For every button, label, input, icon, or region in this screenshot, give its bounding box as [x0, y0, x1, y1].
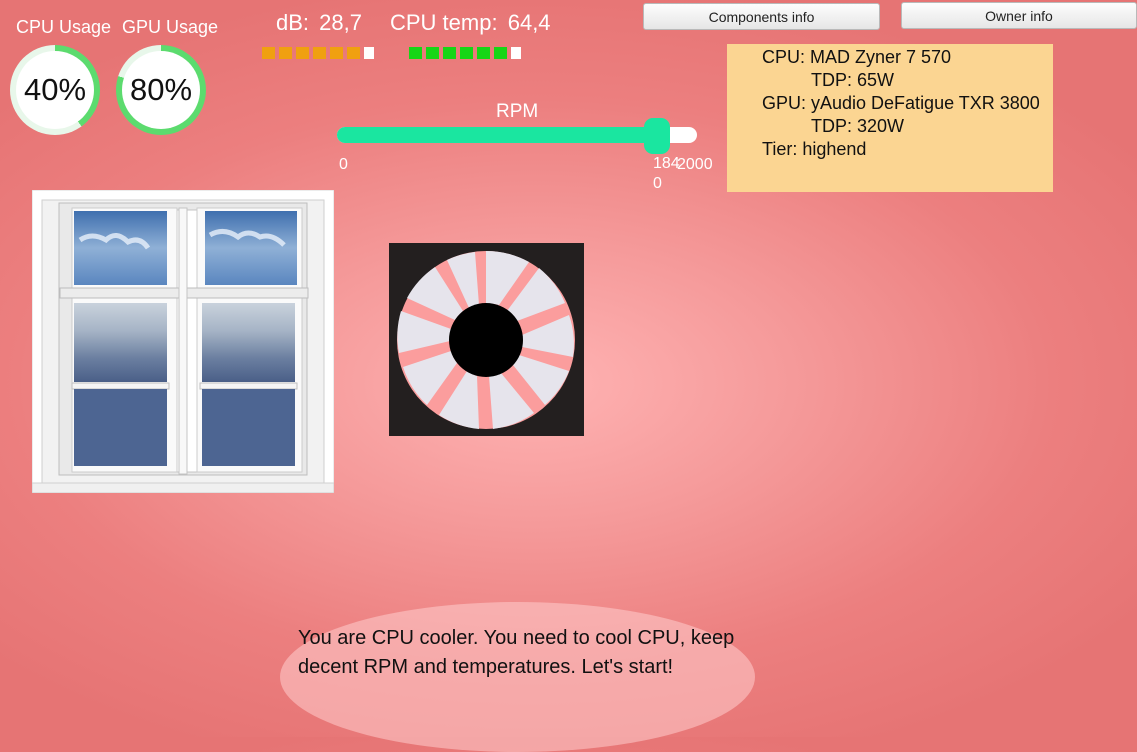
cpu-temp-label: CPU temp: [390, 10, 498, 35]
cpu-temp-value: 64,4 [507, 10, 551, 35]
rpm-slider-fill [337, 127, 658, 143]
cpu-temp-level-bar [409, 47, 521, 61]
cpu-usage-label: CPU Usage [16, 17, 112, 37]
db-value: 28,7 [319, 10, 362, 35]
db-label: dB: [276, 10, 310, 35]
cpu-info: CPU: MAD Zyner 7 570 [762, 47, 952, 67]
dialog-text: You are CPU cooler. You need to cool CPU… [298, 627, 735, 678]
rpm-slider-handle[interactable] [644, 118, 671, 154]
cpu-fan [389, 243, 584, 436]
db-meter: dB: 28,7 [276, 10, 362, 36]
components-info-panel: CPU: MAD Zyner 7 570 TDP: 65W GPU: yAudi… [727, 44, 1053, 192]
owner-info-button[interactable]: Owner info [901, 2, 1137, 29]
gpu-tdp: TDP: 320W [811, 116, 905, 136]
level-segment [313, 47, 326, 59]
rpm-slider[interactable] [337, 118, 697, 154]
level-segment [494, 47, 507, 59]
rpm-min-label: 0 [339, 156, 348, 173]
level-segment [511, 47, 521, 59]
level-segment [364, 47, 374, 59]
cpu-usage-gauge: 40% [10, 45, 100, 135]
components-info-button[interactable]: Components info [643, 3, 880, 30]
db-level-bar [262, 47, 374, 61]
rpm-max-label: 2000 [677, 156, 713, 173]
gpu-info: GPU: yAudio DeFatigue TXR 3800 [762, 93, 1040, 113]
cpu-temp-meter: CPU temp: 64,4 [390, 10, 551, 36]
gpu-usage-label: GPU Usage [122, 17, 219, 37]
tier-info: Tier: highend [762, 139, 867, 159]
gpu-usage-gauge: 80% [116, 45, 206, 135]
window-image [31, 189, 335, 494]
level-segment [443, 47, 456, 59]
cpu-tdp: TDP: 65W [811, 70, 895, 90]
gpu-usage-value: 80% [122, 51, 200, 129]
level-segment [460, 47, 473, 59]
level-segment [296, 47, 309, 59]
level-segment [477, 47, 490, 59]
level-segment [409, 47, 422, 59]
cpu-usage-value: 40% [16, 51, 94, 129]
level-segment [279, 47, 292, 59]
level-segment [330, 47, 343, 59]
level-segment [262, 47, 275, 59]
level-segment [347, 47, 360, 59]
level-segment [426, 47, 439, 59]
